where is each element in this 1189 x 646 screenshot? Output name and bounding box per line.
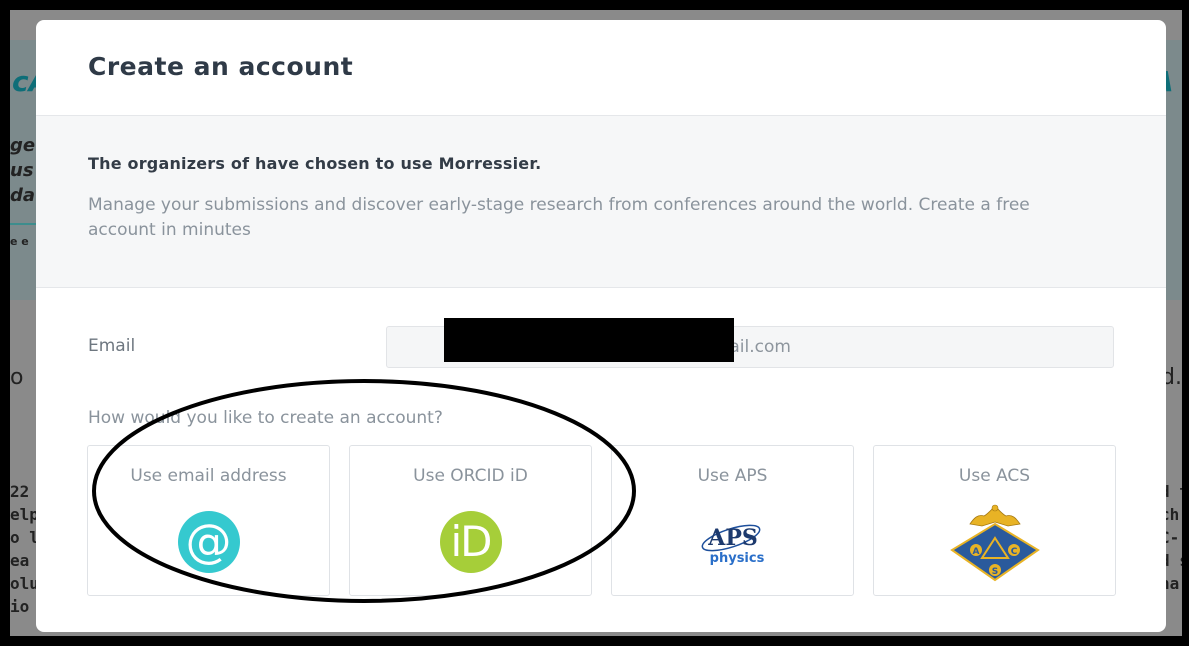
aps-logo-graphic: APS physics — [701, 524, 764, 566]
background-heading: o — [10, 365, 24, 390]
intro-heading: The organizers of have chosen to use Mor… — [88, 154, 542, 173]
option-label: Use ACS — [958, 466, 1031, 486]
signup-options: Use email address @ Use ORCID iD iD Use … — [87, 445, 1116, 596]
acs-letter: S — [991, 567, 997, 577]
signup-method-question: How would you like to create an account? — [88, 408, 443, 428]
orcid-icon: iD — [431, 510, 511, 574]
redaction-box — [444, 318, 734, 362]
intro-body: Manage your submissions and discover ear… — [88, 195, 1030, 240]
background-text: us — [10, 160, 34, 181]
option-label: Use ORCID iD — [413, 466, 528, 486]
orcid-glyph: iD — [439, 511, 502, 573]
aps-logo-text: APS — [707, 525, 758, 551]
aps-logo: APS physics — [693, 510, 773, 574]
background-text: da — [10, 185, 36, 206]
use-acs-option[interactable]: Use ACS A C S — [873, 445, 1116, 596]
email-row: Email @gmail.com — [88, 318, 1114, 368]
modal-title: Create an account — [88, 52, 354, 81]
acs-letter: C — [1010, 547, 1017, 557]
background-text: e e — [10, 235, 29, 248]
email-label: Email — [88, 336, 136, 356]
use-aps-option[interactable]: Use APS APS physics — [611, 445, 854, 596]
background-text: ge — [10, 135, 36, 156]
acs-logo-graphic: A C S — [949, 504, 1040, 582]
use-email-option[interactable]: Use email address @ — [87, 445, 330, 596]
acs-letter: A — [972, 547, 979, 557]
option-label: Use APS — [697, 466, 768, 486]
modal-header: Create an account — [36, 20, 1166, 116]
intro-section: The organizers of have chosen to use Mor… — [36, 116, 1166, 288]
create-account-modal: Create an account The organizers of have… — [36, 20, 1166, 632]
at-icon: @ — [169, 510, 249, 574]
acs-logo: A C S — [945, 496, 1045, 586]
use-orcid-option[interactable]: Use ORCID iD iD — [349, 445, 592, 596]
aps-logo-subtext: physics — [709, 551, 764, 566]
option-label: Use email address — [130, 466, 287, 486]
